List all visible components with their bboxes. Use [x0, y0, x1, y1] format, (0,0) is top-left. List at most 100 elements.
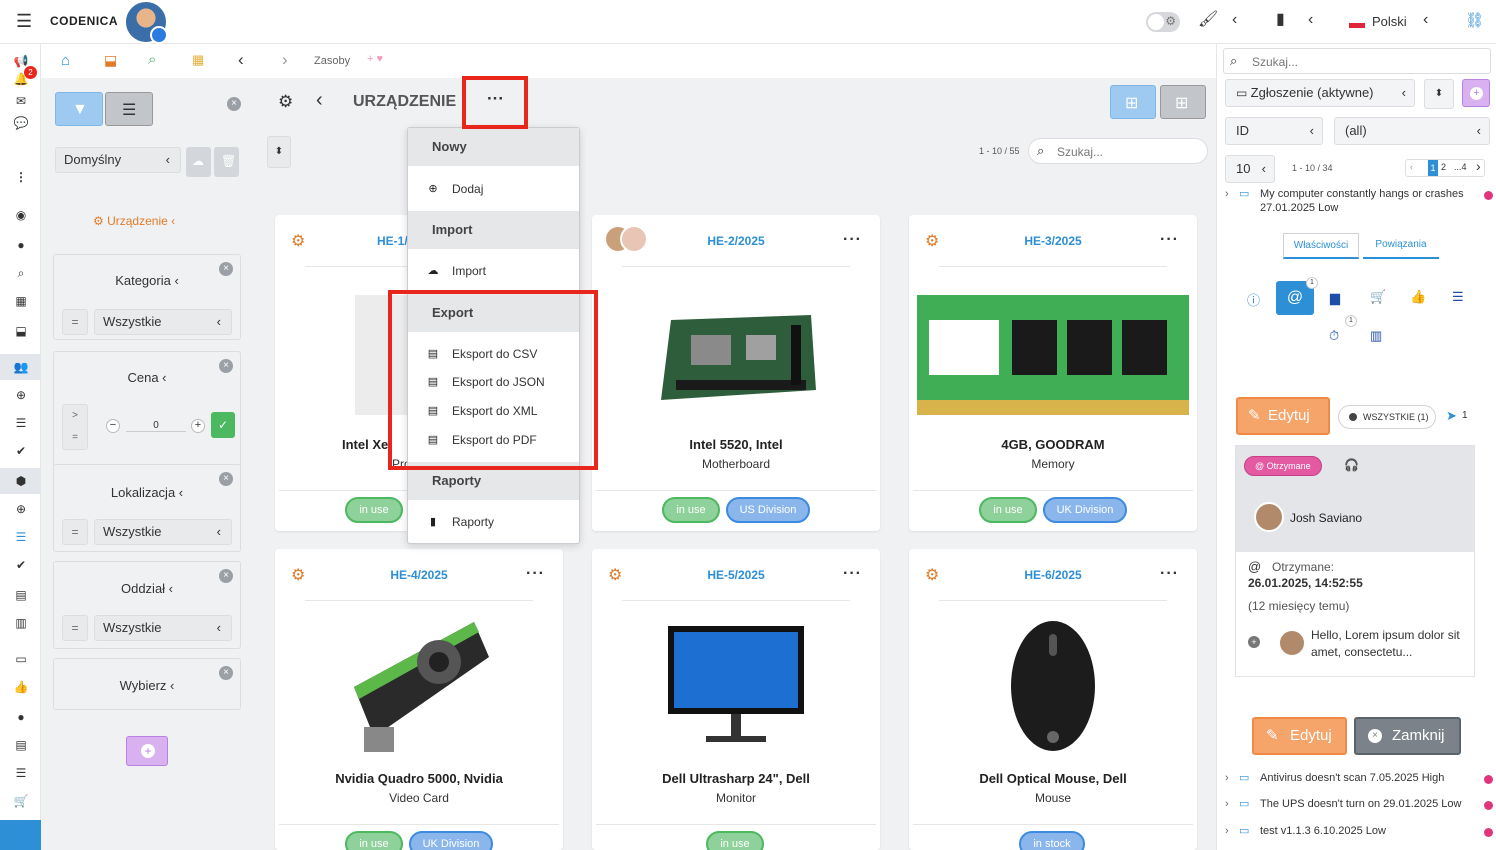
calculator-icon[interactable]: ▥ — [12, 614, 30, 632]
tab-wlasciwosci[interactable]: Właściwości — [1283, 233, 1359, 259]
cart-icon[interactable]: 🛒 — [12, 792, 30, 810]
chevron-left-icon[interactable]: ‹ — [1308, 12, 1313, 28]
cart-icon[interactable]: 🛒 — [1370, 289, 1386, 305]
card-menu-icon[interactable]: ··· — [843, 231, 862, 249]
edit-button-bottom[interactable]: ✎ Edytuj — [1252, 717, 1347, 755]
globe-icon[interactable]: ◉ — [12, 206, 30, 224]
expand-chevron-icon[interactable]: › — [1225, 797, 1229, 811]
operator[interactable]: = — [62, 309, 88, 335]
sort-button[interactable]: ☰ — [105, 92, 153, 126]
ticket-row[interactable]: › ▭ The UPS doesn't turn on 29.01.2025 Lo… — [1225, 797, 1493, 813]
asset-card[interactable]: ⚙ HE-4/2025 ··· Nvidia Quadro 5000, Nvid… — [275, 549, 563, 850]
bookmark-icon[interactable]: ▮ — [1276, 12, 1285, 28]
right-search-input[interactable]: Szukaj... — [1252, 55, 1298, 69]
menu-item-dodaj[interactable]: ⊕ Dodaj — [408, 175, 579, 203]
asset-card[interactable]: ⚙ HE-5/2025 ··· Dell Ultrasharp 24", Del… — [592, 549, 880, 850]
cloud-upload-button[interactable]: ☁ — [186, 147, 211, 177]
search-input[interactable]: Szukaj... — [1057, 145, 1103, 159]
plus-circle-icon[interactable]: ⊕ — [12, 386, 30, 404]
expand-chevron-icon[interactable]: › — [1225, 187, 1229, 201]
home-icon[interactable]: ⌂ — [61, 53, 70, 68]
org-chart-icon[interactable]: ⛓ — [1465, 13, 1484, 28]
plus-circle-icon[interactable]: ⊕ — [12, 500, 30, 518]
close-button[interactable]: × Zamknij — [1354, 717, 1461, 755]
asset-card[interactable]: HE-2/2025 ··· Intel 5520, Intel Motherbo… — [592, 215, 880, 531]
operator[interactable]: = — [62, 615, 88, 641]
search-box[interactable]: ⌕ Szukaj... — [1028, 138, 1208, 164]
decrement-button[interactable]: − — [106, 419, 120, 433]
kategoria-select[interactable]: Wszystkie ‹ — [94, 309, 232, 335]
oddzial-select[interactable]: Wszystkie ‹ — [94, 615, 232, 641]
filter-title[interactable]: Wybierz ‹ — [54, 678, 240, 693]
menu-item-raporty[interactable]: ▮ Raporty — [408, 508, 579, 536]
sort-toggle-icon[interactable]: ⬍ — [267, 136, 291, 168]
search-icon[interactable]: ⌕ — [12, 264, 30, 282]
brush-icon[interactable]: 🖌 — [1198, 12, 1218, 28]
asset-code[interactable]: HE-2/2025 — [592, 234, 880, 248]
expand-chevron-icon[interactable]: › — [1225, 771, 1229, 785]
hamburger-menu-icon[interactable]: ☰ — [16, 12, 32, 30]
operator-stack[interactable]: > = — [62, 404, 88, 450]
operator[interactable]: = — [62, 519, 88, 545]
timer-icon[interactable]: ⏱ — [1329, 328, 1339, 344]
lokalizacja-select[interactable]: Wszystkie ‹ — [94, 519, 232, 545]
asset-code[interactable]: HE-4/2025 — [275, 568, 563, 582]
users-box-icon[interactable]: ⬓ — [12, 322, 30, 340]
price-input[interactable]: 0 — [126, 420, 186, 432]
note-icon[interactable]: ▤ — [12, 736, 30, 754]
chevron-left-icon[interactable]: ‹ — [1232, 12, 1237, 28]
expand-chevron-icon[interactable]: › — [1225, 824, 1229, 838]
asset-card[interactable]: ⚙ HE-6/2025 ··· Dell Optical Mouse, Dell… — [909, 549, 1197, 850]
card-menu-icon[interactable]: ··· — [526, 565, 545, 583]
list-icon[interactable]: ☰ — [1452, 289, 1464, 305]
check-list-icon[interactable]: ✔ — [12, 442, 30, 460]
card-menu-icon[interactable]: ··· — [1160, 231, 1179, 249]
headset-icon[interactable]: 🎧 — [1344, 458, 1359, 472]
message-preview[interactable]: Hello, Lorem ipsum dolor sit amet, conse… — [1311, 627, 1461, 661]
card-menu-icon[interactable]: ··· — [1160, 565, 1179, 583]
filter-all-button[interactable]: WSZYSTKIE (1) — [1338, 405, 1436, 429]
page-2[interactable]: 2 — [1441, 162, 1446, 172]
field-select[interactable]: ID ‹ — [1225, 117, 1323, 145]
card-menu-icon[interactable]: ··· — [843, 565, 862, 583]
language-select[interactable]: Polski — [1372, 14, 1407, 29]
document-icon[interactable]: ▤ — [12, 586, 30, 604]
ticket-icon[interactable]: ▭ — [12, 650, 30, 668]
asset-card[interactable]: ⚙ HE-3/2025 ··· 4GB, GOODRAM Memory in u… — [909, 215, 1197, 531]
remove-filter-icon[interactable]: × — [219, 472, 233, 486]
book-icon[interactable]: ▥ — [1370, 328, 1382, 344]
chevron-left-icon[interactable]: ‹ — [238, 51, 244, 68]
chevron-right-icon[interactable]: › — [282, 51, 288, 68]
confirm-check-icon[interactable]: ✓ — [211, 412, 235, 438]
preset-select[interactable]: Domyślny ‹ — [55, 147, 181, 173]
right-search-box[interactable]: ⌕ Szukaj... — [1223, 48, 1491, 74]
close-panel-icon[interactable]: × — [227, 97, 241, 111]
expand-plus-icon[interactable]: + — [1248, 636, 1260, 648]
menu-item-import[interactable]: ☁ Import — [408, 257, 579, 285]
rail-bottom-active[interactable] — [0, 820, 41, 850]
mail-icon[interactable]: ✉ — [12, 92, 30, 110]
asset-code[interactable]: HE-3/2025 — [909, 234, 1197, 248]
chevron-left-icon[interactable]: ‹ — [1410, 162, 1413, 172]
tab-powiazania[interactable]: Powiązania — [1363, 233, 1439, 259]
ticket-type-select[interactable]: ▭ Zgłoszenie (aktywne) ‹ — [1225, 79, 1415, 107]
theme-toggle[interactable]: ⚙ — [1146, 12, 1180, 32]
thumbs-up-icon[interactable]: 👍 — [12, 678, 30, 696]
table-view-button[interactable]: ⊞ — [1160, 85, 1206, 119]
page-1[interactable]: 1 — [1428, 160, 1438, 176]
thumbs-up-icon[interactable]: 👍 — [1410, 289, 1426, 305]
user-avatar[interactable] — [124, 0, 168, 44]
add-ticket-button[interactable]: + — [1462, 79, 1490, 107]
calendar-icon[interactable]: ▦ — [192, 53, 204, 66]
user-box-icon[interactable]: ⬓ — [104, 53, 117, 67]
bell-icon[interactable]: 🔔 — [12, 70, 30, 88]
info-icon[interactable]: ⓘ — [1247, 290, 1260, 309]
sort-toggle-icon[interactable]: ⬍ — [1424, 79, 1454, 109]
ticket-row[interactable]: › ▭ My computer constantly hangs or crash… — [1225, 187, 1493, 217]
ticket-row[interactable]: › ▭ Antivirus doesn't scan 7.05.2025 High — [1225, 771, 1493, 787]
user-check-icon[interactable]: ● — [12, 708, 30, 726]
increment-button[interactable]: + — [191, 419, 205, 433]
ticket-row[interactable]: › ▭ test v1.1.3 6.10.2025 Low — [1225, 824, 1493, 840]
box-icon[interactable]: ⬢ — [12, 472, 30, 490]
list-icon[interactable]: ☰ — [12, 414, 30, 432]
